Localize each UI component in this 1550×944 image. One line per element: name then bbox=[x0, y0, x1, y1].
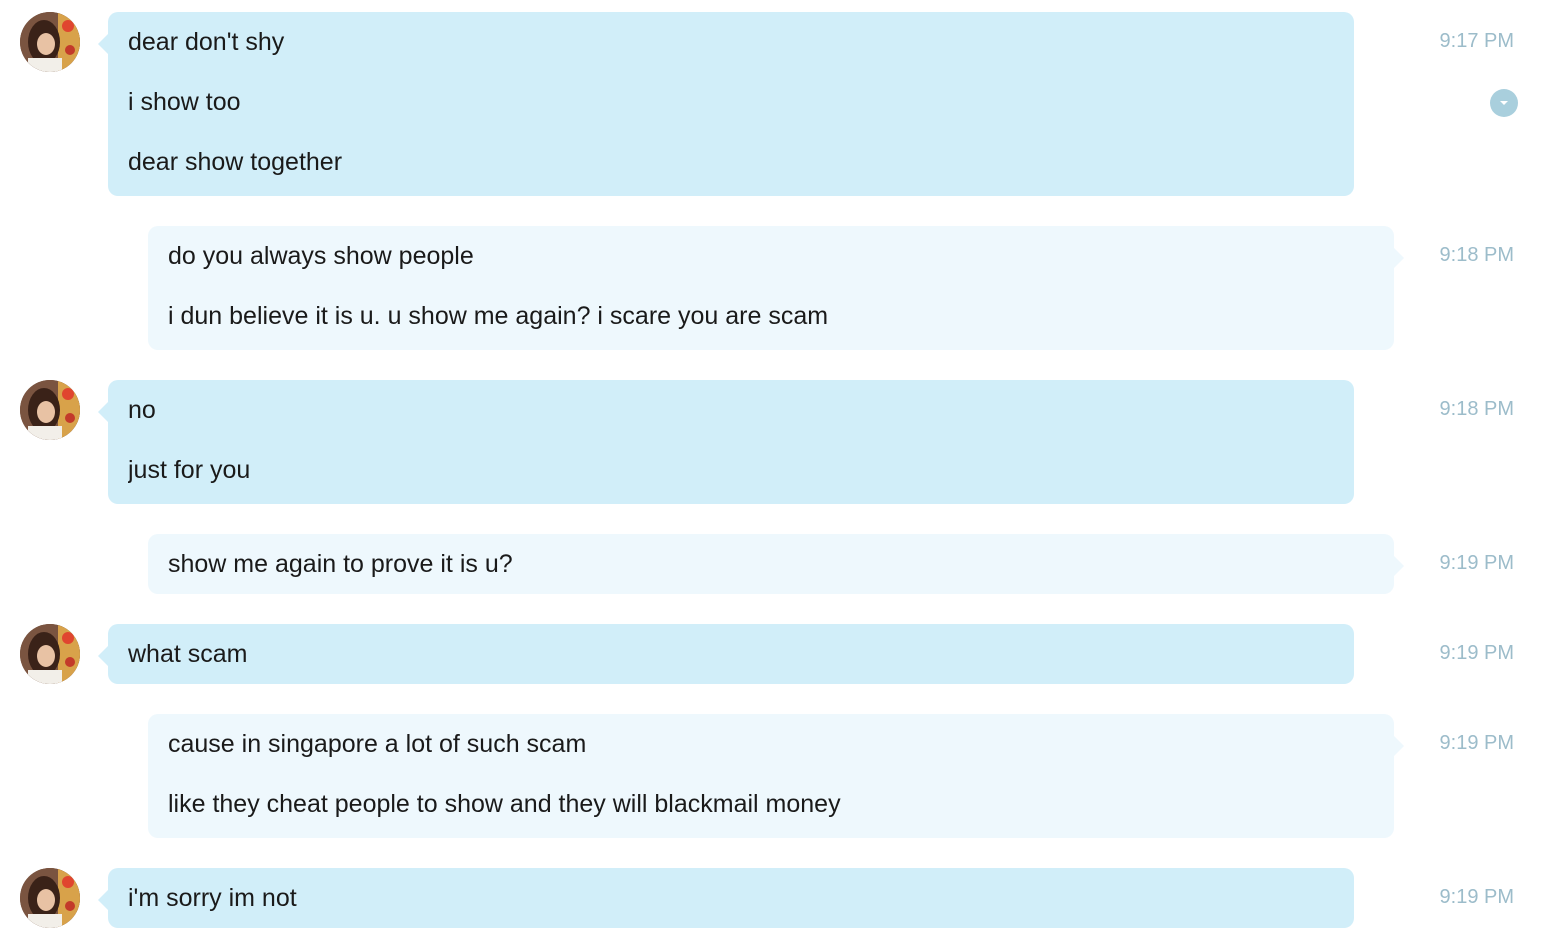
message-timestamp: 9:19 PM bbox=[1439, 642, 1514, 664]
message-timestamp: 9:19 PM bbox=[1439, 552, 1514, 574]
message-line: do you always show people bbox=[168, 242, 474, 270]
message-timestamp: 9:17 PM bbox=[1439, 30, 1514, 52]
message-timestamp: 9:19 PM bbox=[1439, 732, 1514, 754]
message-bubble[interactable]: no just for you bbox=[98, 380, 1354, 504]
avatar-photo-icon bbox=[20, 380, 80, 440]
avatar[interactable] bbox=[20, 624, 80, 684]
avatar[interactable] bbox=[20, 868, 80, 928]
avatar-photo-icon bbox=[20, 868, 80, 928]
message-bubble[interactable]: what scam bbox=[98, 624, 1354, 684]
message-line: i'm sorry im not bbox=[128, 884, 297, 912]
message-line: what scam bbox=[128, 640, 248, 668]
avatar[interactable] bbox=[20, 12, 80, 72]
chat-thread: dear don't shy i show too dear show toge… bbox=[0, 0, 1550, 944]
message-line: dear don't shy bbox=[128, 28, 285, 56]
message-line: like they cheat people to show and they … bbox=[168, 790, 841, 818]
avatar-photo-icon bbox=[20, 12, 80, 72]
message-bubble[interactable]: do you always show people i dun believe … bbox=[148, 226, 1404, 350]
message-line: i show too bbox=[128, 88, 241, 116]
message-timestamp: 9:18 PM bbox=[1439, 244, 1514, 266]
message-line: just for you bbox=[128, 456, 251, 484]
message-line: i dun believe it is u. u show me again? … bbox=[168, 302, 829, 330]
message-bubble[interactable]: cause in singapore a lot of such scam li… bbox=[148, 714, 1404, 838]
avatar-photo-icon bbox=[20, 624, 80, 684]
message-timestamp: 9:19 PM bbox=[1439, 886, 1514, 908]
message-bubble[interactable]: dear don't shy i show too dear show toge… bbox=[98, 12, 1354, 196]
message-line: dear show together bbox=[128, 148, 343, 176]
chevron-down-icon bbox=[1500, 101, 1508, 105]
avatar[interactable] bbox=[20, 380, 80, 440]
message-bubble[interactable]: show me again to prove it is u? bbox=[148, 534, 1404, 594]
message-line: cause in singapore a lot of such scam bbox=[168, 730, 587, 758]
message-bubble[interactable]: i'm sorry im not bbox=[98, 868, 1354, 928]
message-line: show me again to prove it is u? bbox=[168, 550, 513, 578]
message-timestamp: 9:18 PM bbox=[1439, 398, 1514, 420]
message-menu-button[interactable] bbox=[1490, 89, 1518, 117]
message-line: no bbox=[128, 396, 156, 424]
